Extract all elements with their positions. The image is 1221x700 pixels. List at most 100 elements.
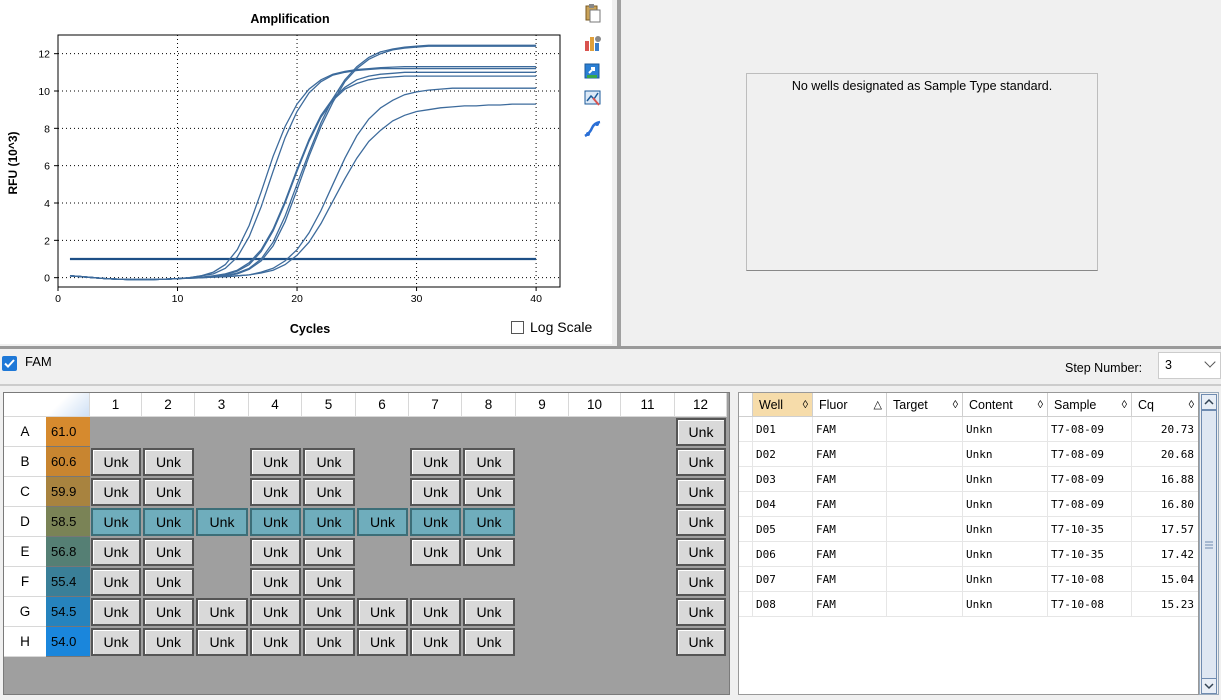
well-D3[interactable]: Unk — [196, 508, 248, 536]
table-cell[interactable]: T7-08-09 — [1048, 492, 1132, 517]
sort-icon[interactable]: ◊ — [953, 393, 958, 417]
table-cell[interactable]: 16.80 — [1132, 492, 1198, 517]
table-cell[interactable]: Unkn — [963, 567, 1048, 592]
vertical-splitter[interactable] — [617, 0, 621, 346]
column-header[interactable]: 12 — [675, 393, 727, 417]
table-cell[interactable]: 17.57 — [1132, 517, 1198, 542]
well-H8[interactable]: Unk — [463, 628, 515, 656]
well-F5[interactable]: Unk — [303, 568, 355, 596]
export-icon[interactable] — [582, 61, 604, 81]
column-header[interactable]: 1 — [90, 393, 142, 417]
well-D5[interactable]: Unk — [303, 508, 355, 536]
row-header[interactable]: H — [4, 627, 46, 657]
well-G5[interactable]: Unk — [303, 598, 355, 626]
well-D8[interactable]: Unk — [463, 508, 515, 536]
column-header[interactable]: 6 — [356, 393, 409, 417]
chart-zoom-icon[interactable] — [582, 88, 604, 108]
well-D2[interactable]: Unk — [143, 508, 194, 536]
well-H3[interactable]: Unk — [196, 628, 248, 656]
well-G1[interactable]: Unk — [91, 598, 141, 626]
row-header[interactable]: B — [4, 447, 46, 477]
table-cell[interactable]: T7-10-08 — [1048, 592, 1132, 617]
well-F2[interactable]: Unk — [143, 568, 194, 596]
table-cell[interactable]: FAM — [813, 517, 887, 542]
table-cell[interactable]: Unkn — [963, 442, 1048, 467]
table-cell[interactable]: D08 — [753, 592, 813, 617]
well-C7[interactable]: Unk — [410, 478, 461, 506]
table-scrollbar[interactable] — [1199, 392, 1219, 695]
log-scale-checkbox-box[interactable] — [511, 320, 524, 334]
row-selector[interactable] — [739, 467, 753, 492]
table-cell[interactable]: Unkn — [963, 492, 1048, 517]
column-header[interactable]: 7 — [409, 393, 462, 417]
row-header[interactable]: D — [4, 507, 46, 537]
column-header-target[interactable]: Target ◊ — [887, 393, 963, 417]
log-scale-checkbox[interactable]: Log Scale — [511, 319, 592, 335]
table-cell[interactable] — [887, 592, 963, 617]
column-header[interactable]: 9 — [516, 393, 569, 417]
well-B1[interactable]: Unk — [91, 448, 141, 476]
table-cell[interactable] — [887, 417, 963, 442]
well-H5[interactable]: Unk — [303, 628, 355, 656]
column-header[interactable]: 5 — [302, 393, 356, 417]
table-cell[interactable] — [887, 517, 963, 542]
well-E2[interactable]: Unk — [143, 538, 194, 566]
clipboard-icon[interactable] — [582, 4, 604, 24]
chart-settings-icon[interactable] — [582, 33, 604, 53]
well-G2[interactable]: Unk — [143, 598, 194, 626]
well-H12[interactable]: Unk — [676, 628, 726, 656]
row-header[interactable]: F — [4, 567, 46, 597]
well-H7[interactable]: Unk — [410, 628, 461, 656]
well-D4[interactable]: Unk — [250, 508, 301, 536]
sort-icon[interactable]: ◊ — [803, 393, 808, 417]
fam-checkbox[interactable] — [2, 356, 17, 371]
well-D12[interactable]: Unk — [676, 508, 726, 536]
well-B12[interactable]: Unk — [676, 448, 726, 476]
table-cell[interactable] — [887, 442, 963, 467]
well-E8[interactable]: Unk — [463, 538, 515, 566]
well-E12[interactable]: Unk — [676, 538, 726, 566]
table-cell[interactable]: Unkn — [963, 592, 1048, 617]
plate-corner[interactable] — [4, 393, 90, 417]
table-cell[interactable]: 17.42 — [1132, 542, 1198, 567]
column-header[interactable]: 3 — [195, 393, 249, 417]
table-cell[interactable]: FAM — [813, 417, 887, 442]
row-selector[interactable] — [739, 517, 753, 542]
table-cell[interactable]: D03 — [753, 467, 813, 492]
well-E5[interactable]: Unk — [303, 538, 355, 566]
well-G6[interactable]: Unk — [357, 598, 408, 626]
well-C5[interactable]: Unk — [303, 478, 355, 506]
horizontal-splitter[interactable] — [0, 346, 1221, 349]
well-E1[interactable]: Unk — [91, 538, 141, 566]
column-header-sample[interactable]: Sample ◊ — [1048, 393, 1132, 417]
table-cell[interactable]: FAM — [813, 442, 887, 467]
scroll-down-button[interactable] — [1201, 678, 1217, 694]
row-header[interactable]: G — [4, 597, 46, 627]
well-F1[interactable]: Unk — [91, 568, 141, 596]
table-cell[interactable]: T7-10-35 — [1048, 542, 1132, 567]
well-C8[interactable]: Unk — [463, 478, 515, 506]
column-header[interactable]: 10 — [569, 393, 621, 417]
sort-icon[interactable]: ◊ — [1038, 393, 1043, 417]
well-E4[interactable]: Unk — [250, 538, 301, 566]
row-header[interactable]: C — [4, 477, 46, 507]
well-F4[interactable]: Unk — [250, 568, 301, 596]
table-cell[interactable]: D07 — [753, 567, 813, 592]
table-cell[interactable]: Unkn — [963, 517, 1048, 542]
well-G3[interactable]: Unk — [196, 598, 248, 626]
table-cell[interactable]: T7-10-08 — [1048, 567, 1132, 592]
sort-icon[interactable]: △ — [874, 393, 882, 417]
table-cell[interactable]: FAM — [813, 542, 887, 567]
table-cell[interactable]: T7-08-09 — [1048, 417, 1132, 442]
table-cell[interactable]: FAM — [813, 467, 887, 492]
column-header-content[interactable]: Content ◊ — [963, 393, 1048, 417]
well-B5[interactable]: Unk — [303, 448, 355, 476]
well-B7[interactable]: Unk — [410, 448, 461, 476]
well-C12[interactable]: Unk — [676, 478, 726, 506]
table-cell[interactable]: D04 — [753, 492, 813, 517]
sort-icon[interactable]: ◊ — [1122, 393, 1127, 417]
table-cell[interactable]: 16.88 — [1132, 467, 1198, 492]
table-cell[interactable]: 20.68 — [1132, 442, 1198, 467]
well-G8[interactable]: Unk — [463, 598, 515, 626]
step-number-select[interactable]: 3 — [1158, 352, 1221, 379]
